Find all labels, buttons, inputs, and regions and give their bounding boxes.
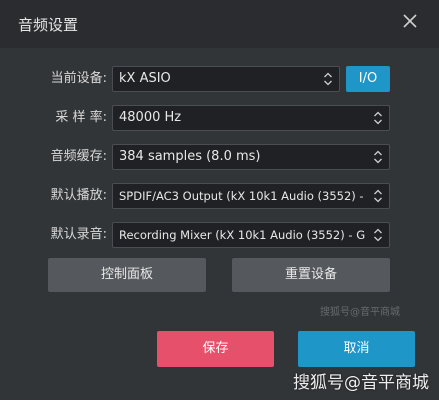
watermark-small: 搜狐号@音平商城 [320, 307, 400, 318]
window-title: 音频设置 [18, 16, 79, 34]
spinner-arrows-icon [324, 72, 332, 86]
spinner-arrows-icon [374, 111, 382, 125]
default-recording-select[interactable]: Recording Mixer (kX 10k1 Audio (3552) - … [112, 222, 390, 248]
default-playback-label: 默认播放: [50, 188, 107, 203]
default-recording-label: 默认录音: [50, 227, 107, 242]
audio-buffer-value: 384 samples (8.0 ms) [119, 149, 261, 164]
default-recording-row: 默认录音: Recording Mixer (kX 10k1 Audio (35… [0, 222, 439, 248]
close-icon[interactable] [399, 10, 421, 32]
spinner-arrows-icon [374, 150, 382, 164]
current-device-select[interactable]: kX ASIO [112, 66, 340, 92]
sample-rate-select[interactable]: 48000 Hz [112, 105, 390, 131]
save-button[interactable]: 保存 [157, 331, 274, 367]
reset-device-button[interactable]: 重置设备 [232, 258, 390, 292]
audio-buffer-label: 音频缓存: [50, 149, 107, 164]
spinner-arrows-icon [374, 228, 382, 242]
spinner-arrows-icon [374, 189, 382, 203]
current-device-value: kX ASIO [119, 71, 171, 86]
audio-buffer-select[interactable]: 384 samples (8.0 ms) [112, 144, 390, 170]
control-panel-button[interactable]: 控制面板 [48, 258, 206, 292]
audio-buffer-row: 音频缓存: 384 samples (8.0 ms) [0, 144, 439, 170]
default-playback-value: SPDIF/AC3 Output (kX 10k1 Audio (3552) -… [119, 189, 365, 203]
default-playback-row: 默认播放: SPDIF/AC3 Output (kX 10k1 Audio (3… [0, 183, 439, 209]
cancel-button[interactable]: 取消 [298, 331, 415, 367]
sample-rate-value: 48000 Hz [119, 110, 182, 125]
default-recording-value: Recording Mixer (kX 10k1 Audio (3552) - … [119, 228, 365, 242]
io-button[interactable]: I/O [346, 66, 390, 92]
title-bar: 音频设置 [0, 0, 439, 48]
current-device-label: 当前设备: [50, 71, 107, 86]
sample-rate-row: 采 样 率: 48000 Hz [0, 105, 439, 131]
sample-rate-label: 采 样 率: [55, 110, 107, 125]
current-device-row: 当前设备: kX ASIO I/O [0, 66, 439, 92]
default-playback-select[interactable]: SPDIF/AC3 Output (kX 10k1 Audio (3552) -… [112, 183, 390, 209]
watermark-large: 搜狐号@音平商城 [293, 373, 429, 393]
